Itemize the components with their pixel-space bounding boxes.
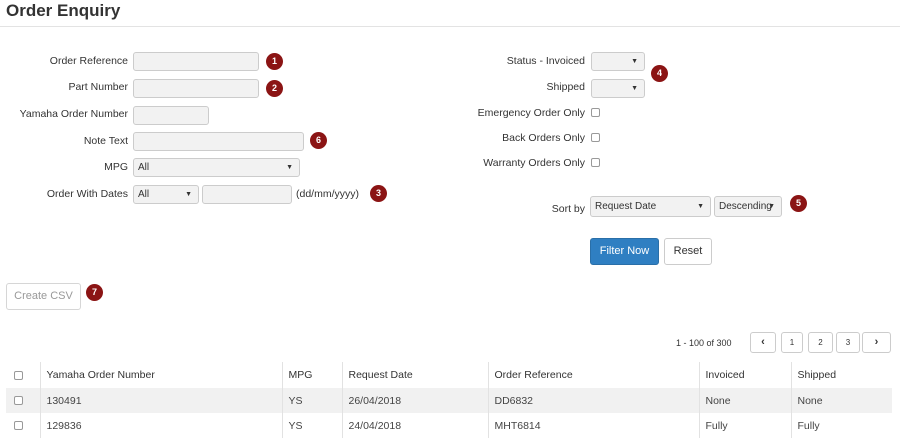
orders-table: Yamaha Order Number MPG Request Date Ord… [6, 362, 892, 438]
table-cell: 24/04/2018 [342, 413, 489, 438]
warranty-only-label: Warranty Orders Only [483, 157, 585, 169]
chevron-down-icon: ▼ [286, 164, 293, 171]
sort-field-select[interactable]: Request Date ▼ [590, 196, 711, 217]
warranty-only-checkbox[interactable] [591, 158, 600, 167]
mpg-label: MPG [104, 161, 128, 173]
emergency-only-checkbox[interactable] [591, 108, 600, 117]
note-text-badge: 6 [310, 132, 327, 149]
reset-button[interactable]: Reset [664, 238, 712, 265]
sort-field-selected-value: Request Date [595, 201, 657, 212]
table-cell: MHT6814 [488, 413, 700, 438]
shipped-select[interactable]: ▼ [591, 79, 645, 98]
yamaha-order-number-input[interactable] [133, 106, 209, 125]
page-button-2[interactable]: 2 [808, 332, 833, 353]
order-reference-badge: 1 [266, 53, 283, 70]
part-number-input[interactable] [133, 79, 259, 98]
date-format-hint: (dd/mm/yyyy) [296, 188, 359, 200]
chevron-down-icon: ▼ [185, 191, 192, 198]
part-number-badge: 2 [266, 80, 283, 97]
prev-page-button[interactable]: ‹ [750, 332, 776, 353]
table-cell: 129836 [40, 413, 283, 438]
chevron-down-icon: ▼ [631, 85, 638, 92]
table-cell: YS [282, 413, 343, 438]
filter-now-button[interactable]: Filter Now [590, 238, 659, 265]
select-all-checkbox[interactable] [14, 370, 23, 380]
table-cell: Fully [699, 413, 792, 438]
order-with-dates-selected-value: All [138, 189, 150, 200]
chevron-down-icon: ▼ [631, 58, 638, 65]
next-page-button[interactable]: › [862, 332, 891, 353]
order-with-dates-select[interactable]: All ▼ [133, 185, 199, 204]
note-text-label: Note Text [83, 135, 128, 147]
table-cell: Fully [797, 419, 820, 432]
row-checkbox[interactable] [14, 396, 23, 406]
order-reference-input[interactable] [133, 52, 259, 71]
sort-direction-selected-value: Descending [719, 201, 772, 212]
mpg-select[interactable]: All ▼ [133, 158, 300, 177]
column-header[interactable]: MPG [282, 362, 343, 388]
back-orders-only-checkbox[interactable] [591, 133, 600, 142]
chevron-right-icon: › [874, 336, 879, 348]
shipped-label: Shipped [546, 81, 585, 93]
page-button-3[interactable]: 3 [836, 332, 860, 353]
status-invoiced-select[interactable]: ▼ [591, 52, 645, 71]
column-header[interactable]: Order Reference [488, 362, 700, 388]
note-text-input[interactable] [133, 132, 304, 151]
select-all-cell [6, 362, 41, 388]
mpg-selected-value: All [138, 162, 150, 173]
page-title: Order Enquiry [6, 1, 121, 20]
column-header[interactable]: Yamaha Order Number [40, 362, 283, 388]
status-invoiced-label: Status - Invoiced [506, 55, 585, 67]
table-cell: 130491 [40, 388, 283, 413]
row-select-cell [6, 388, 41, 413]
column-header[interactable]: Shipped [791, 362, 892, 388]
table-row[interactable]: 130491 YS 26/04/2018 DD6832 None None [6, 388, 892, 413]
back-orders-only-label: Back Orders Only [502, 132, 585, 144]
table-cell: None [699, 388, 792, 413]
row-select-cell [6, 413, 41, 438]
order-with-dates-label: Order With Dates [46, 188, 128, 200]
sort-badge: 5 [790, 195, 807, 212]
chevron-down-icon: ▼ [768, 203, 775, 210]
chevron-down-icon: ▼ [697, 203, 704, 210]
csv-badge: 7 [86, 284, 103, 301]
page-button-1[interactable]: 1 [781, 332, 803, 353]
column-header[interactable]: Request Date [342, 362, 489, 388]
table-row[interactable]: 129836 YS 24/04/2018 MHT6814 Fully Fully [6, 413, 892, 438]
status-badge: 4 [651, 65, 668, 82]
table-header-row: Yamaha Order Number MPG Request Date Ord… [6, 362, 892, 388]
emergency-only-label: Emergency Order Only [477, 107, 585, 119]
part-number-label: Part Number [68, 81, 128, 93]
row-checkbox[interactable] [14, 421, 23, 431]
create-csv-button[interactable]: Create CSV [6, 283, 81, 310]
column-header[interactable]: Invoiced [699, 362, 792, 388]
chevron-left-icon: ‹ [761, 336, 765, 348]
sort-direction-select[interactable]: Descending ▼ [714, 196, 782, 217]
title-divider [0, 26, 900, 27]
table-cell: YS [282, 388, 343, 413]
table-cell: None [791, 388, 892, 413]
yamaha-order-number-label: Yamaha Order Number [19, 108, 128, 120]
sort-by-label: Sort by [551, 203, 585, 215]
pagination-info: 1 - 100 of 300 [676, 338, 732, 348]
table-cell: 26/04/2018 [342, 388, 489, 413]
order-reference-label: Order Reference [49, 55, 128, 67]
table-cell: DD6832 [488, 388, 700, 413]
order-with-dates-badge: 3 [370, 185, 387, 202]
order-date-input[interactable] [202, 185, 292, 204]
